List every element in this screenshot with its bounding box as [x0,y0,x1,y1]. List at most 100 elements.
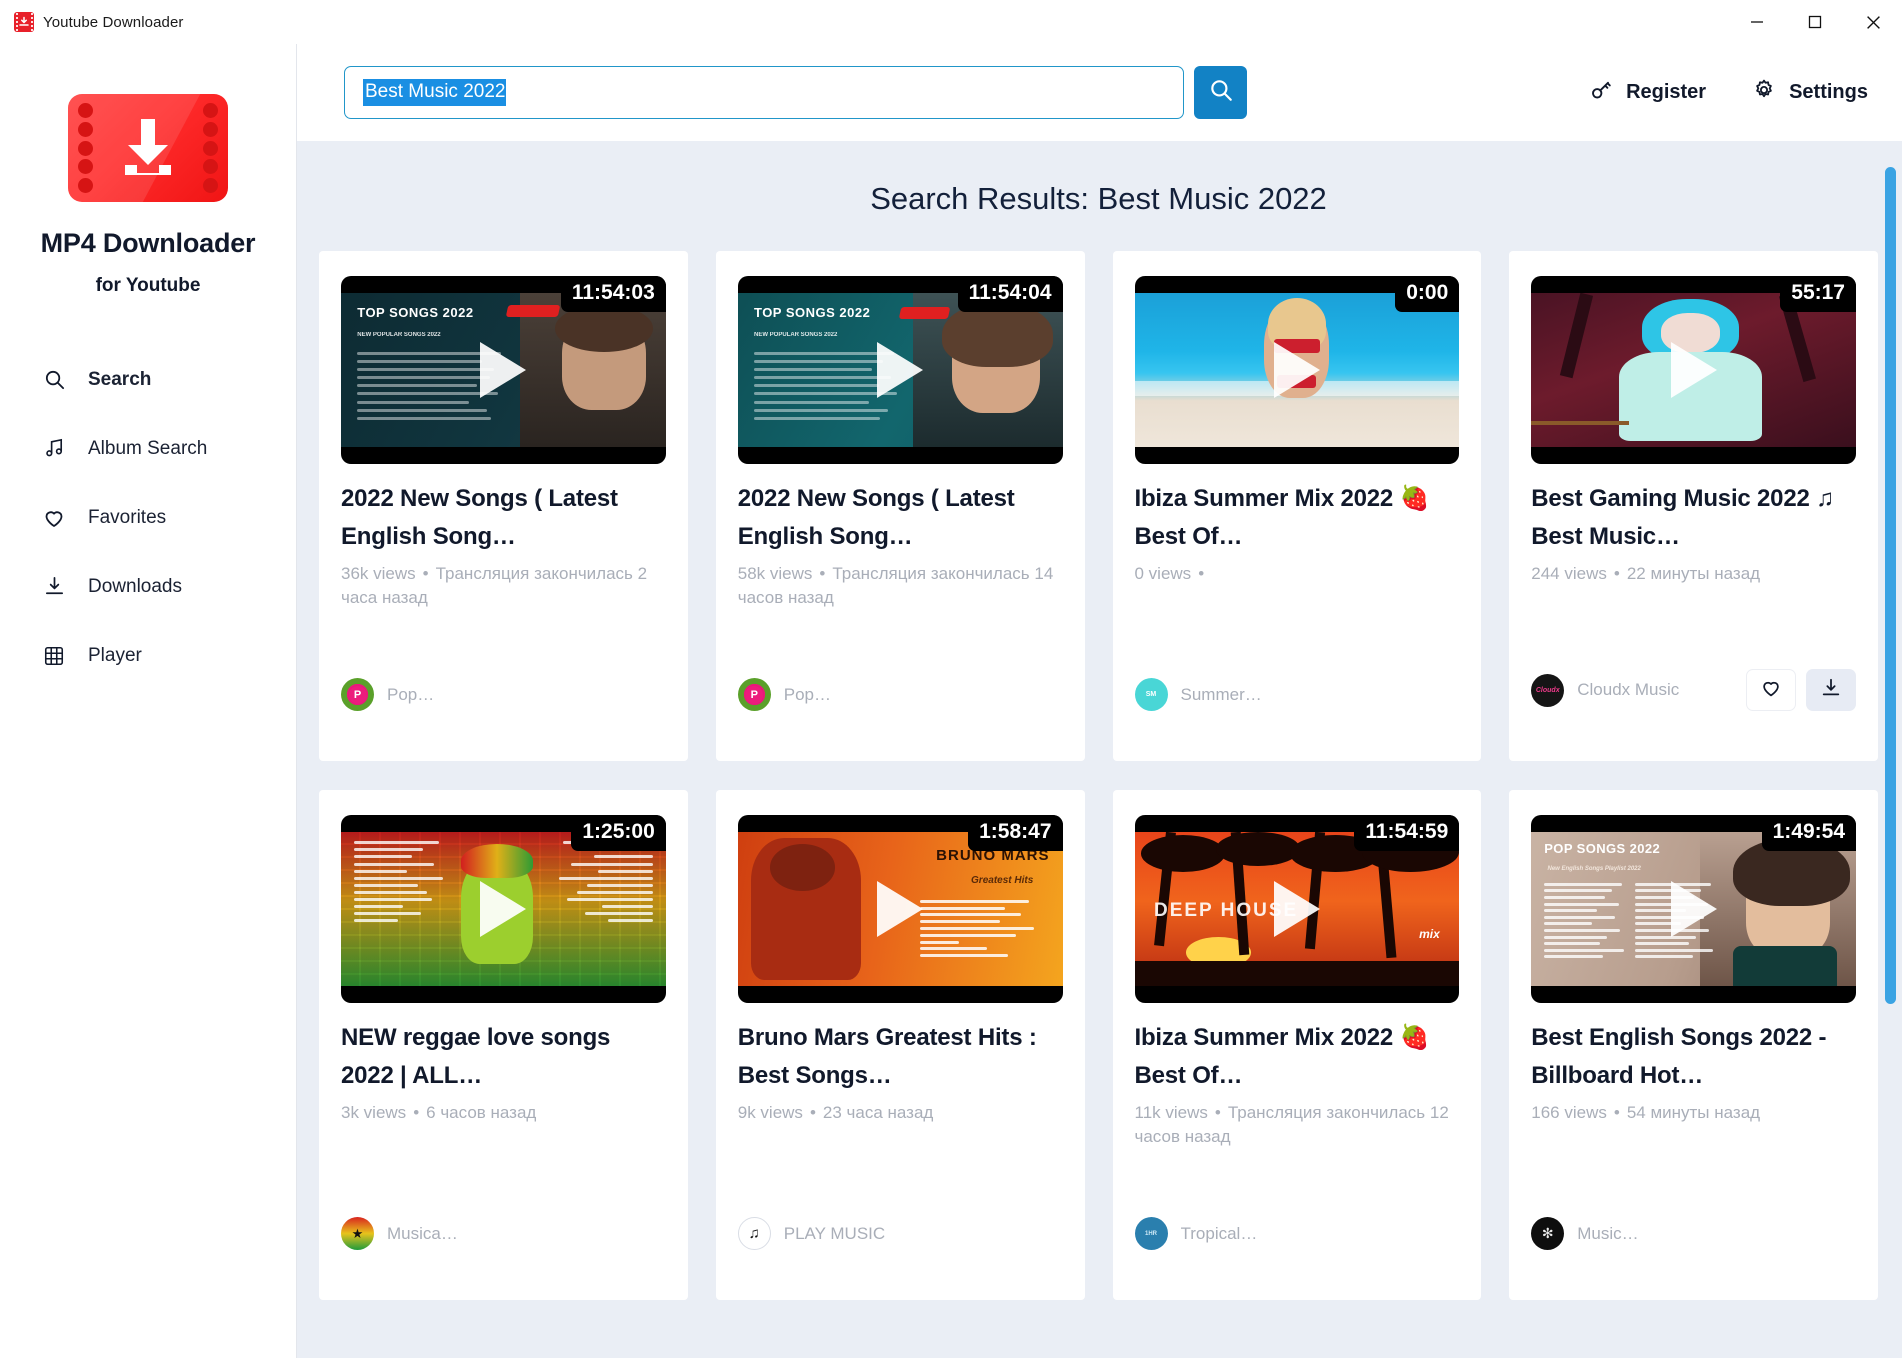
video-card[interactable]: 0:00 Ibiza Summer Mix 2022 🍓 Best Of… 0 … [1112,251,1482,761]
avatar: ★ [341,1217,374,1250]
scrollbar-thumb[interactable] [1885,167,1896,1004]
settings-label: Settings [1789,81,1868,103]
video-duration: 1:49:54 [1761,815,1856,851]
video-meta: 166 views • 54 минуты назад [1531,1102,1761,1122]
app-download-icon [14,12,34,32]
published-time: 54 минуты назад [1626,1102,1761,1122]
video-thumbnail[interactable]: 1:25:00 [341,815,666,1003]
channel-name[interactable]: Pop… [387,685,434,705]
video-card[interactable]: TOP SONGS 2022 NEW POPULAR SONGS 2022 11… [319,251,688,761]
sidebar-nav: Search Album Search Favorites Downloads … [0,345,296,690]
card-actions [1746,669,1856,711]
play-icon [1670,342,1717,398]
video-channel-row: SM Summer… [1134,678,1460,761]
video-channel-row: P Pop… [737,678,1063,761]
channel-name[interactable]: Musica… [387,1224,458,1244]
video-thumbnail[interactable]: 0:00 [1134,276,1460,464]
channel-name[interactable]: Cloudx Music [1577,680,1679,700]
video-card[interactable]: TOP SONGS 2022 NEW POPULAR SONGS 2022 11… [715,251,1085,761]
content-area: Best Music 2022 Register Settings Search… [297,44,1902,1358]
published-time: 6 часов назад [426,1102,537,1122]
sidebar-item-label: Search [88,368,152,390]
video-card[interactable]: BRUNO MARS Greatest Hits 1:58:47 Bruno M… [715,790,1085,1300]
results-panel: Search Results: Best Music 2022 TOP SONG… [297,141,1902,1358]
sidebar-item-album-search[interactable]: Album Search [0,414,296,483]
video-thumbnail[interactable]: TOP SONGS 2022 NEW POPULAR SONGS 2022 11… [341,276,666,464]
video-duration: 0:00 [1395,276,1460,312]
search-input-value: Best Music 2022 [363,79,507,106]
mp4-downloader-logo [68,94,228,202]
video-title[interactable]: Ibiza Summer Mix 2022 🍓 Best Of… [1135,1019,1460,1095]
settings-button[interactable]: Settings [1752,78,1868,108]
channel-name[interactable]: Tropical… [1181,1224,1258,1244]
avatar: ♫ [737,1217,771,1250]
sidebar-item-player[interactable]: Player [0,621,296,690]
video-meta: 58k views • Трансляция закончилась 14 часо… [737,563,1054,608]
avatar: P [341,678,374,711]
video-meta: 9k views • 23 часа назад [737,1102,934,1122]
heart-icon [1760,677,1782,704]
avatar: ✻ [1531,1217,1565,1250]
play-icon [1670,881,1717,937]
play-icon [480,881,527,937]
close-button[interactable] [1844,0,1902,44]
video-thumbnail[interactable]: TOP SONGS 2022 NEW POPULAR SONGS 2022 11… [737,276,1063,464]
video-thumbnail[interactable]: DEEP HOUSE mix 11:54:59 [1134,815,1460,1003]
video-title[interactable]: 2022 New Songs ( Latest English Song… [341,480,666,556]
video-meta: 0 views • [1134,563,1205,583]
video-channel-row: ✻ Music… [1531,1217,1856,1300]
video-title[interactable]: Bruno Mars Greatest Hits : Best Songs… [738,1019,1063,1095]
channel-name[interactable]: Summer… [1181,685,1262,705]
favorite-button[interactable] [1746,669,1796,711]
video-thumbnail[interactable]: 55:17 [1531,276,1856,464]
brand-subtitle: for Youtube [95,275,201,296]
sidebar-item-label: Album Search [88,437,208,459]
video-duration: 1:25:00 [571,815,666,851]
video-card[interactable]: DEEP HOUSE mix 11:54:59 Ibiza Summer Mix… [1112,790,1482,1300]
minimize-button[interactable] [1728,0,1786,44]
video-duration: 11:54:03 [560,276,666,312]
avatar: 1HR [1134,1217,1168,1250]
key-icon [1589,78,1613,108]
avatar: SM [1134,678,1168,711]
video-title[interactable]: Best English Songs 2022 - Billboard Hot… [1531,1019,1856,1095]
sidebar-item-favorites[interactable]: Favorites [0,483,296,552]
video-title[interactable]: Best Gaming Music 2022 ♫ Best Music… [1531,480,1856,556]
video-title[interactable]: Ibiza Summer Mix 2022 🍓 Best Of… [1135,480,1460,556]
channel-name[interactable]: Pop… [784,685,831,705]
view-count: 36k views [341,563,416,583]
video-channel-row: 1HR Tropical… [1134,1217,1460,1300]
video-duration: 11:54:04 [957,276,1063,312]
video-title[interactable]: NEW reggae love songs 2022 | ALL… [341,1019,666,1095]
video-duration: 11:54:59 [1354,815,1460,851]
video-channel-row: ★ Musica… [341,1217,666,1300]
register-label: Register [1626,81,1707,103]
video-meta: 36k views • Трансляция закончилась 2 часа … [341,563,648,608]
video-meta: 3k views • 6 часов назад [341,1102,537,1122]
gear-icon [1752,78,1776,108]
channel-name[interactable]: PLAY MUSIC [784,1224,885,1244]
channel-name[interactable]: Music… [1577,1224,1638,1244]
video-card[interactable]: 1:25:00 NEW reggae love songs 2022 | ALL… [319,790,688,1300]
video-duration: 55:17 [1780,276,1856,312]
search-input[interactable]: Best Music 2022 [344,66,1184,119]
download-button[interactable] [1806,669,1856,711]
play-icon [1273,881,1320,937]
view-count: 244 views [1531,563,1607,583]
window-controls [1728,0,1902,44]
video-thumbnail[interactable]: POP SONGS 2022 New English Songs Playlis… [1531,815,1856,1003]
search-button[interactable] [1194,66,1247,119]
video-card[interactable]: 55:17 Best Gaming Music 2022 ♫ Best Musi… [1509,251,1878,761]
video-title[interactable]: 2022 New Songs ( Latest English Song… [738,480,1063,556]
maximize-button[interactable] [1786,0,1844,44]
video-thumbnail[interactable]: BRUNO MARS Greatest Hits 1:58:47 [737,815,1063,1003]
avatar: P [737,678,771,711]
video-card[interactable]: POP SONGS 2022 New English Songs Playlis… [1509,790,1878,1300]
sidebar-item-downloads[interactable]: Downloads [0,552,296,621]
video-channel-row: P Pop… [341,678,666,761]
register-button[interactable]: Register [1589,78,1706,108]
sidebar-item-search[interactable]: Search [0,345,296,414]
vertical-scrollbar[interactable] [1885,167,1896,1298]
play-icon [877,881,924,937]
sidebar-item-label: Player [88,644,142,666]
